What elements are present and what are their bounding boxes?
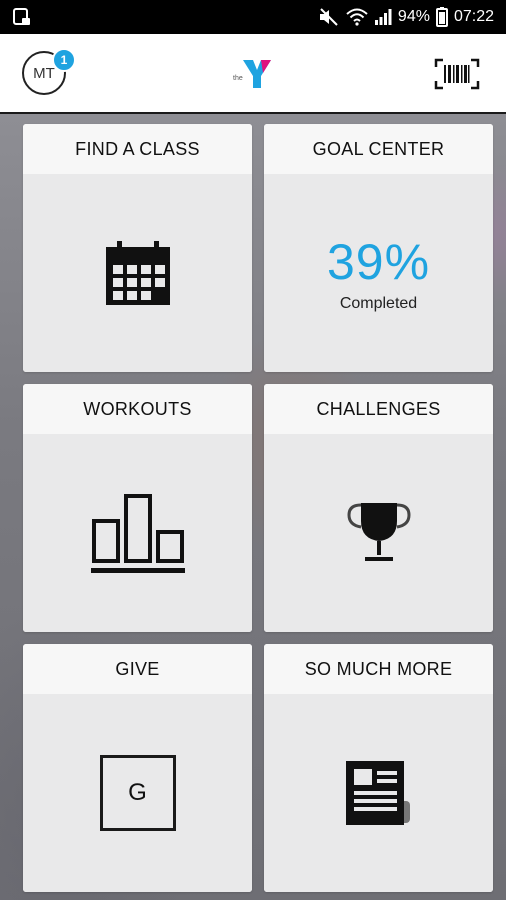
clock: 07:22: [453, 8, 494, 25]
tile-title: FIND A CLASS: [23, 124, 252, 174]
give-icon-letter: G: [128, 779, 147, 806]
tile-title: GOAL CENTER: [264, 124, 493, 174]
tile-title: WORKOUTS: [23, 384, 252, 434]
give-tile[interactable]: GIVE G: [23, 644, 252, 892]
barcode-scan-icon[interactable]: [434, 58, 480, 90]
mute-icon: [318, 8, 340, 26]
find-a-class-tile[interactable]: FIND A CLASS: [23, 124, 252, 372]
battery-percent: 94%: [397, 8, 430, 25]
app-header: MT 1 the: [0, 34, 506, 114]
ymca-logo: the: [233, 60, 271, 88]
battery-icon: [435, 7, 448, 27]
so-much-more-tile[interactable]: SO MUCH MORE: [264, 644, 493, 892]
tile-title: GIVE: [23, 644, 252, 694]
newspaper-icon: [345, 761, 410, 825]
avatar-initials: MT: [33, 64, 55, 82]
workouts-tile[interactable]: WORKOUTS: [23, 384, 252, 632]
tile-title: SO MUCH MORE: [264, 644, 493, 694]
notification-badge: 1: [52, 48, 76, 72]
give-icon: G: [99, 755, 176, 831]
screenshot-notification-icon: [12, 7, 32, 27]
calendar-icon: [105, 241, 170, 305]
goal-caption: Completed: [339, 295, 418, 312]
logo-text: the: [233, 75, 243, 82]
goal-center-tile[interactable]: GOAL CENTER 39% Completed: [264, 124, 493, 372]
goal-percent: 39%: [326, 234, 431, 290]
signal-icon: [374, 8, 392, 26]
challenges-tile[interactable]: CHALLENGES: [264, 384, 493, 632]
status-bar: 94% 07:22: [0, 0, 506, 34]
trophy-icon: [346, 503, 411, 561]
tile-title: CHALLENGES: [264, 384, 493, 434]
wifi-icon: [346, 8, 368, 26]
bar-chart-icon: [90, 494, 185, 573]
